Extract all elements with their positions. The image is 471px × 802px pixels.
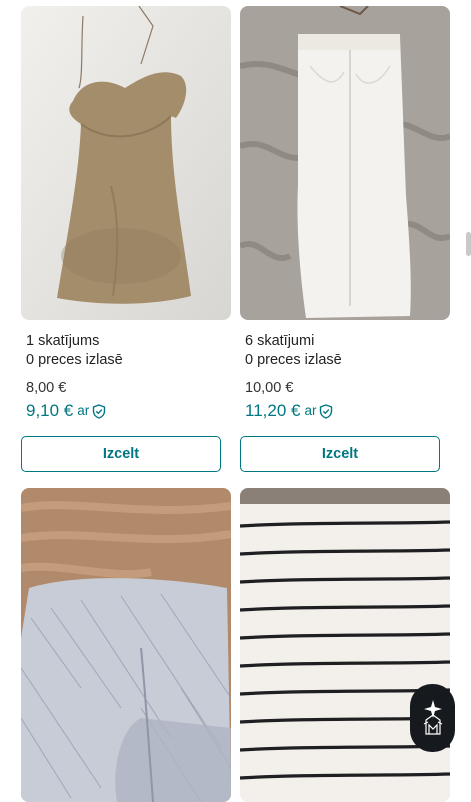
bump-button[interactable]: Izcelt [21,436,221,472]
shield-check-icon [93,403,106,419]
view-count: 1 skatījums [26,333,100,349]
price-with-protection[interactable]: 9,10 € ar [26,400,226,422]
price-with-protection[interactable]: 11,20 € ar [245,400,445,422]
white-denim-skirt-photo [240,6,450,320]
favourite-count: 0 preces izlasē [245,352,342,368]
item-price: 10,00 € [245,380,294,396]
protection-label: ar [304,403,317,418]
striped-top-photo [240,488,450,802]
item-photo[interactable] [21,6,231,320]
item-photo[interactable] [240,6,450,320]
item-card: 6 skatījumi 0 preces izlasē 10,00 € 11,2… [240,6,450,472]
view-count: 6 skatījumi [245,333,315,349]
item-card [240,488,450,802]
sparkle-robot-icon [423,700,442,735]
shield-check-icon [320,403,333,419]
protection-label: ar [77,403,90,418]
favourite-count: 0 preces izlasē [26,352,123,368]
bump-button[interactable]: Izcelt [240,436,440,472]
blue-tweed-skirt-photo [21,488,231,802]
assistant-button[interactable] [410,684,455,752]
item-photo[interactable] [21,488,231,802]
scrollbar[interactable] [466,232,471,256]
item-photo[interactable] [240,488,450,802]
item-grid: 1 skatījums 0 preces izlasē 8,00 € 9,10 … [0,0,471,802]
item-card [21,488,231,802]
total-price: 9,10 € [26,401,74,420]
total-price: 11,20 € [245,401,301,420]
item-card: 1 skatījums 0 preces izlasē 8,00 € 9,10 … [21,6,231,472]
beige-dress-photo [21,6,231,320]
item-price: 8,00 € [26,380,67,396]
